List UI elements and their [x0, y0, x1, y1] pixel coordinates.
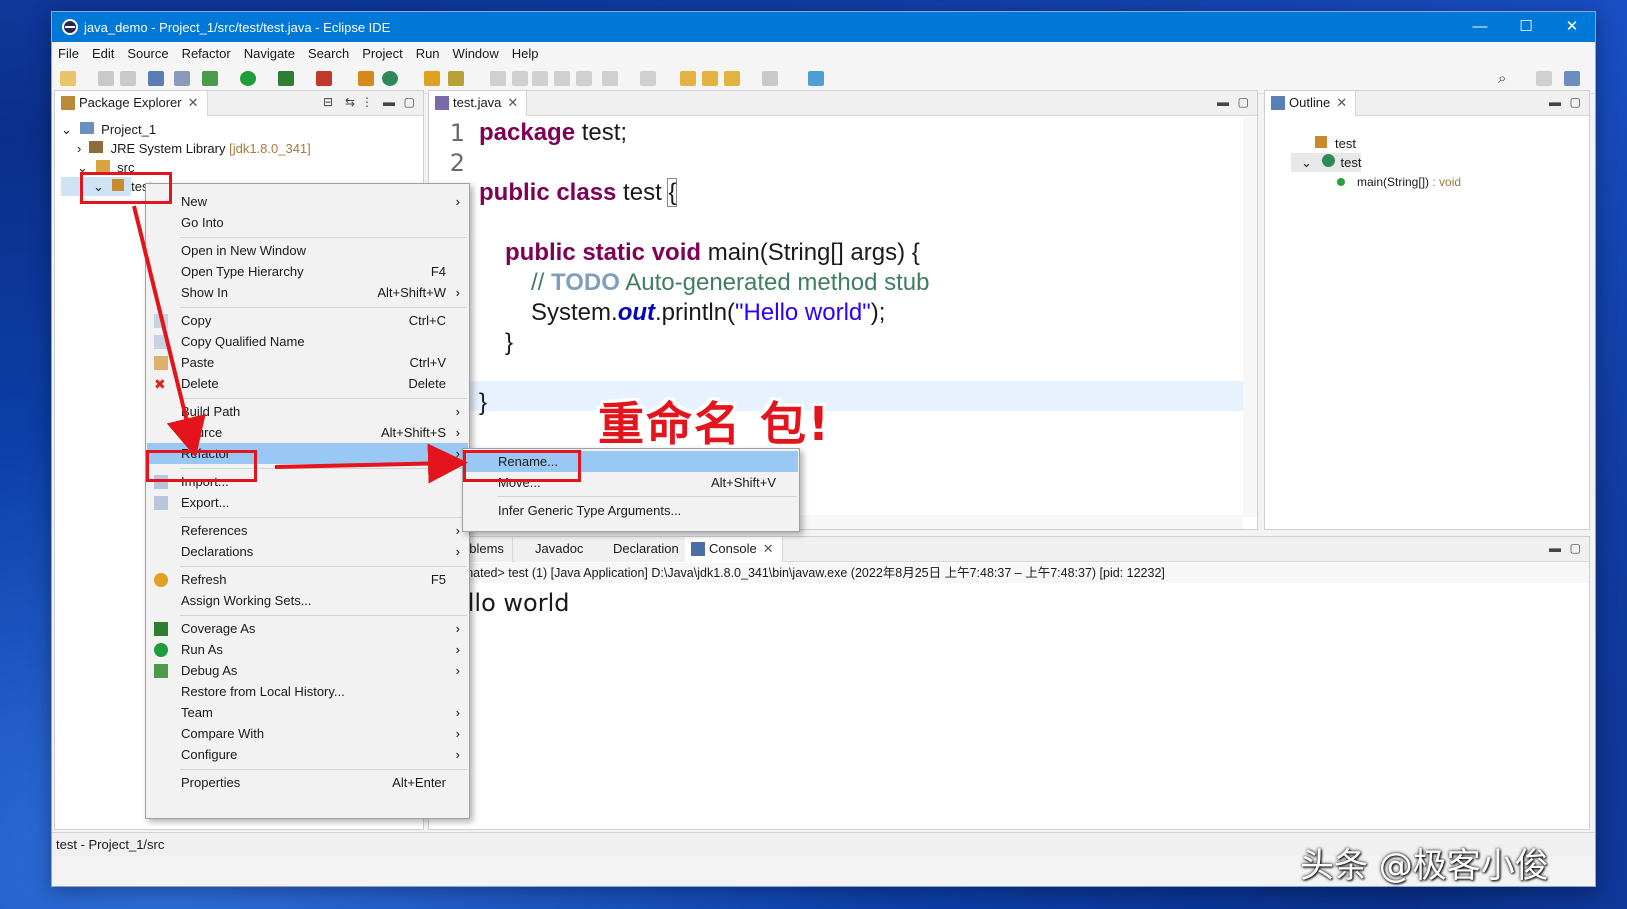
arrow-to-rename — [274, 443, 468, 484]
watermark: 头条 @极客小俊 — [1300, 846, 1549, 886]
annotation-text: 重命名 包! — [598, 397, 831, 451]
annotation-arrows — [132, 205, 468, 484]
arrow-to-refactor — [132, 205, 206, 458]
